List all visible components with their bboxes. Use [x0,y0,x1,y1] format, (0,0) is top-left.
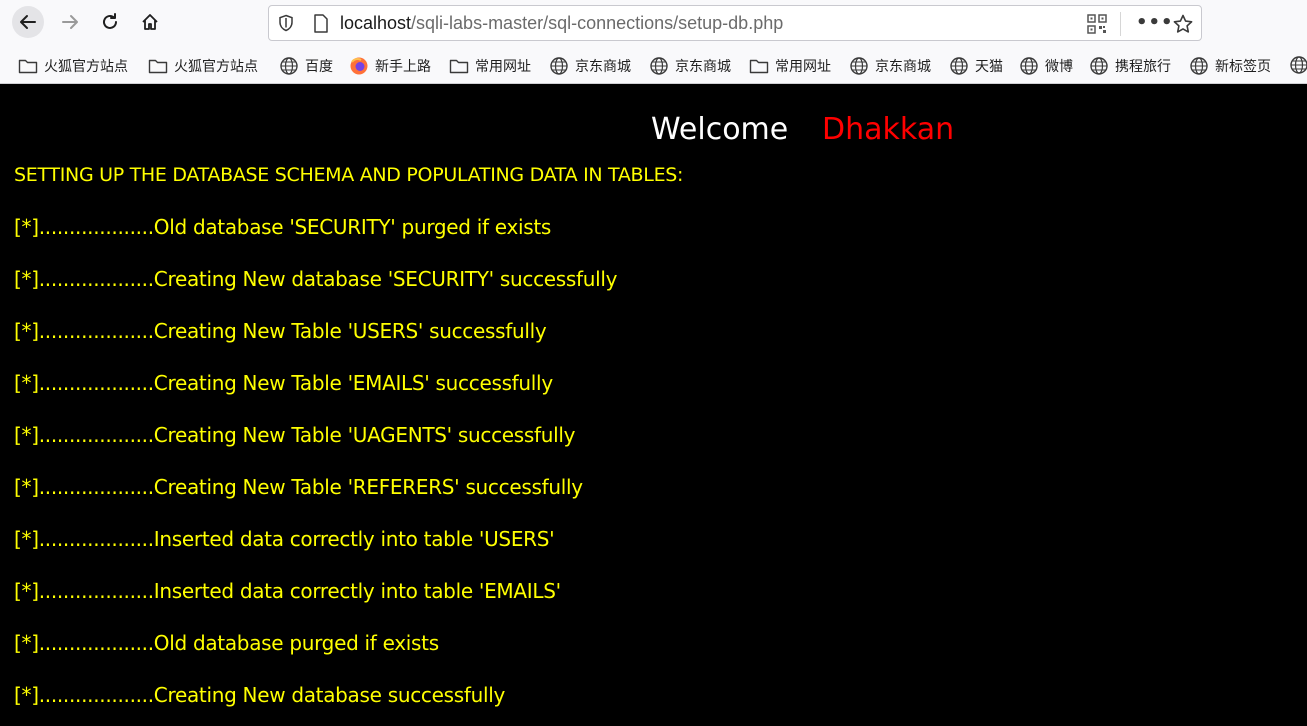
folder-icon [18,56,38,76]
page-actions-button[interactable]: ••• [1136,12,1174,33]
tracking-shield-icon[interactable] [277,14,295,32]
bookmark-label: 火狐官方站点 [44,59,128,75]
username-text: Dhakkan [822,112,955,147]
bookmarks-toolbar: 火狐官方站点 火狐官方站点 百度 新手上路 常用网址 京东商城 京东商城 常用网址 京东商城 天猫… [0,46,1307,84]
globe-icon [949,56,969,76]
folder-icon [749,56,769,76]
page-info-icon[interactable] [313,14,329,33]
url-host: localhost [340,13,412,33]
bookmark-label: 携程旅行 [1115,59,1171,75]
url-bar-divider [1120,12,1121,36]
reload-button[interactable] [94,6,126,38]
bookmark-label: 百度 [305,59,333,75]
globe-icon [1189,56,1209,76]
forward-button[interactable] [54,6,86,38]
globe-icon[interactable] [1289,55,1307,75]
folder-icon [449,56,469,76]
globe-icon [279,56,299,76]
bookmark-label: 常用网址 [775,59,831,75]
bookmark-item[interactable]: 新手上路 [349,55,431,77]
setup-log-line: [*]...................Creating New Table… [14,371,553,395]
setup-heading: SETTING UP THE DATABASE SCHEMA AND POPUL… [14,164,684,186]
setup-log-line: [*]...................Inserted data corr… [14,527,555,551]
setup-log-line: [*]...................Creating New Table… [14,475,583,499]
bookmark-item[interactable]: 京东商城 [549,55,631,77]
bookmark-item[interactable]: 火狐官方站点 [18,55,128,77]
bookmark-label: 京东商城 [575,59,631,75]
url-bar[interactable]: localhost/sqli-labs-master/sql-connectio… [268,5,1202,41]
bookmark-label: 常用网址 [475,59,531,75]
url-text[interactable]: localhost/sqli-labs-master/sql-connectio… [340,13,783,34]
globe-icon [649,56,669,76]
setup-log-line: [*]...................Creating New datab… [14,267,618,291]
bookmark-item[interactable]: 常用网址 [749,55,831,77]
arrow-left-icon [20,15,36,29]
url-path: /sqli-labs-master/sql-connections/setup-… [411,13,784,33]
bookmark-label: 微博 [1045,59,1073,75]
star-bookmark-icon[interactable] [1172,13,1194,35]
navigation-toolbar: localhost/sqli-labs-master/sql-connectio… [0,0,1307,46]
bookmark-item[interactable]: 火狐官方站点 [148,55,258,77]
bookmark-label: 京东商城 [875,59,931,75]
bookmark-item[interactable]: 常用网址 [449,55,531,77]
setup-log-line: [*]...................Inserted data corr… [14,579,561,603]
globe-icon [549,56,569,76]
browser-chrome: localhost/sqli-labs-master/sql-connectio… [0,0,1307,84]
qr-code-icon[interactable] [1087,14,1107,34]
home-button[interactable] [134,6,166,38]
back-button[interactable] [12,6,44,38]
firefox-icon [349,56,369,76]
setup-log-line: [*]...................Creating New datab… [14,683,505,707]
bookmark-label: 天猫 [975,59,1003,75]
home-icon [142,14,158,30]
bookmark-item[interactable]: 天猫 [949,55,1003,77]
bookmark-label: 新标签页 [1215,59,1271,75]
welcome-text: Welcome [651,112,789,147]
bookmark-item[interactable]: 携程旅行 [1089,55,1171,77]
bookmark-item[interactable]: 百度 [279,55,333,77]
bookmark-label: 火狐官方站点 [174,59,258,75]
setup-log-line: [*]...................Old database purge… [14,631,439,655]
setup-log-line: [*]...................Creating New Table… [14,423,576,447]
globe-icon [1089,56,1109,76]
setup-log-line: [*]...................Creating New Table… [14,319,547,343]
bookmark-label: 新手上路 [375,59,431,75]
globe-icon [1019,56,1039,76]
folder-icon [148,56,168,76]
bookmark-label: 京东商城 [675,59,731,75]
bookmark-item[interactable]: 京东商城 [849,55,931,77]
globe-icon [849,56,869,76]
arrow-right-icon [62,15,78,29]
page-content: Welcome Dhakkan SETTING UP THE DATABASE … [0,84,1307,726]
bookmark-item[interactable]: 微博 [1019,55,1073,77]
reload-icon [103,13,117,29]
setup-log-line: [*]...................Old database 'SECU… [14,215,552,239]
bookmark-item[interactable]: 京东商城 [649,55,731,77]
bookmark-item[interactable]: 新标签页 [1189,55,1271,77]
